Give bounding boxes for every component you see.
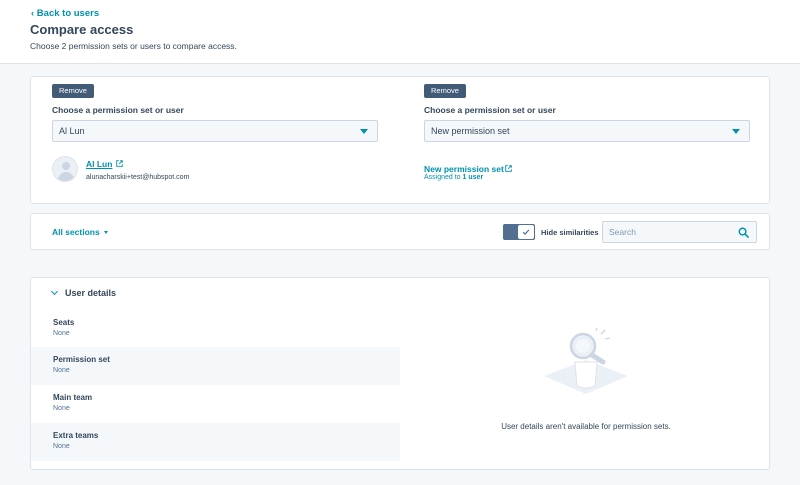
detail-value: None bbox=[53, 443, 70, 450]
checkmark-icon bbox=[522, 229, 530, 235]
back-to-users-link[interactable]: ‹ Back to users bbox=[31, 8, 99, 19]
caret-down-icon bbox=[103, 231, 108, 235]
right-choose-label: Choose a permission set or user bbox=[424, 105, 556, 115]
search-box bbox=[602, 221, 757, 243]
compare-selection-card: Remove Choose a permission set or user A… bbox=[30, 76, 770, 204]
page-header: ‹ Back to users Compare access Choose 2 … bbox=[0, 0, 800, 64]
search-icon[interactable] bbox=[738, 227, 749, 238]
user-details-header[interactable]: User details bbox=[50, 287, 117, 298]
detail-row-main-team: Main team None bbox=[31, 385, 400, 423]
detail-label: Extra teams bbox=[53, 431, 99, 440]
detail-value: None bbox=[53, 405, 70, 412]
magnifying-glass-illustration-icon bbox=[544, 328, 628, 394]
chevron-down-icon bbox=[732, 129, 740, 134]
left-select-value: Al Lun bbox=[59, 126, 85, 136]
right-permission-select[interactable]: New permission set bbox=[424, 120, 750, 142]
detail-label: Main team bbox=[53, 393, 93, 402]
hide-similarities-toggle[interactable] bbox=[503, 224, 535, 240]
toggle-knob bbox=[518, 225, 534, 239]
detail-label: Seats bbox=[53, 318, 75, 327]
permission-set-link[interactable]: New permission set bbox=[424, 164, 504, 174]
hide-similarities-label: Hide similarities bbox=[541, 228, 599, 237]
assigned-users-link[interactable]: 1 user bbox=[463, 174, 484, 181]
external-link-icon[interactable] bbox=[116, 160, 123, 167]
all-sections-label: All sections bbox=[52, 227, 100, 237]
detail-value: None bbox=[53, 367, 70, 374]
left-permission-select[interactable]: Al Lun bbox=[52, 120, 378, 142]
right-select-value: New permission set bbox=[431, 126, 510, 136]
external-link-icon[interactable] bbox=[505, 165, 512, 172]
filter-bar: All sections Hide similarities bbox=[30, 213, 770, 250]
remove-right-button[interactable]: Remove bbox=[424, 84, 466, 98]
page-subtitle: Choose 2 permission sets or users to com… bbox=[30, 41, 237, 51]
user-details-section: User details Seats None Permission set N… bbox=[30, 277, 770, 470]
user-name-link[interactable]: Al Lun bbox=[86, 159, 112, 169]
all-sections-dropdown[interactable]: All sections bbox=[52, 227, 108, 237]
detail-row-seats: Seats None bbox=[31, 310, 400, 348]
detail-row-extra-teams: Extra teams None bbox=[31, 423, 400, 461]
assigned-prefix: Assigned to bbox=[424, 174, 461, 181]
detail-value: None bbox=[53, 330, 70, 337]
detail-label: Permission set bbox=[53, 355, 110, 364]
empty-state-message: User details aren't available for permis… bbox=[501, 422, 671, 431]
chevron-down-icon bbox=[50, 287, 59, 296]
detail-row-permission-set: Permission set None bbox=[31, 347, 400, 385]
search-input[interactable] bbox=[603, 222, 733, 242]
user-details-title: User details bbox=[65, 288, 117, 298]
remove-left-button[interactable]: Remove bbox=[52, 84, 94, 98]
page-title: Compare access bbox=[30, 22, 134, 37]
left-choose-label: Choose a permission set or user bbox=[52, 105, 184, 115]
user-email: alunacharskii+test@hubspot.com bbox=[86, 174, 190, 181]
assigned-info: Assigned to 1 user bbox=[424, 174, 483, 181]
avatar bbox=[52, 156, 78, 182]
chevron-down-icon bbox=[360, 129, 368, 134]
